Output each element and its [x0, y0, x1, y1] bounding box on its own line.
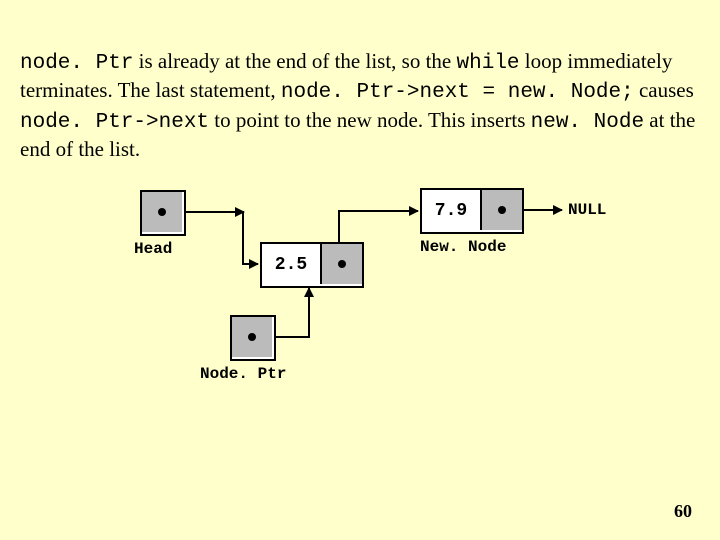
newnode-label: New. Node: [420, 238, 506, 256]
node-2-ptr: [480, 190, 522, 230]
dot-icon: [338, 260, 346, 268]
text-frag: causes: [634, 78, 694, 102]
head-box: [140, 190, 186, 236]
dot-icon: [498, 206, 506, 214]
node-2: 7.9: [420, 188, 524, 234]
arrow-n1-to-n2-h: [338, 210, 410, 212]
arrow-head-to-node1: [184, 211, 244, 213]
arrow-head-to-node1-h2: [242, 263, 258, 265]
arrow-np-h: [274, 336, 310, 338]
body-paragraph: node. Ptr is already at the end of the l…: [20, 48, 700, 162]
page-number: 60: [674, 501, 692, 522]
node-1-value: 2.5: [262, 244, 320, 286]
text-frag: is already at the end of the list, so th…: [133, 49, 456, 73]
code-next: node. Ptr->next: [20, 111, 209, 134]
code-newnode: new. Node: [531, 111, 644, 134]
node-1: 2.5: [260, 242, 364, 288]
nodeptr-cell: [232, 317, 272, 357]
arrow-head-to-node1-v: [242, 211, 244, 263]
nodeptr-box: [230, 315, 276, 361]
code-assign: node. Ptr->next = new. Node;: [281, 81, 634, 104]
dot-icon: [158, 208, 166, 216]
head-ptr-cell: [142, 192, 182, 232]
linked-list-diagram: Head 2.5 7.9 New. Node NULL Node. Ptr: [120, 180, 620, 440]
null-label: NULL: [568, 201, 606, 219]
text-frag: to point to the new node. This inserts: [209, 108, 531, 132]
code-nodeptr: node. Ptr: [20, 52, 133, 75]
code-while: while: [457, 52, 520, 75]
node-1-ptr: [320, 244, 362, 284]
arrow-n2-to-null: [522, 209, 562, 211]
arrow-n1-to-n2-v: [338, 210, 340, 242]
node-2-value: 7.9: [422, 190, 480, 232]
nodeptr-label: Node. Ptr: [200, 365, 286, 383]
head-label: Head: [134, 240, 172, 258]
arrow-n1-to-n2-head: [408, 210, 418, 212]
arrow-np-v: [308, 288, 310, 338]
dot-icon: [248, 333, 256, 341]
